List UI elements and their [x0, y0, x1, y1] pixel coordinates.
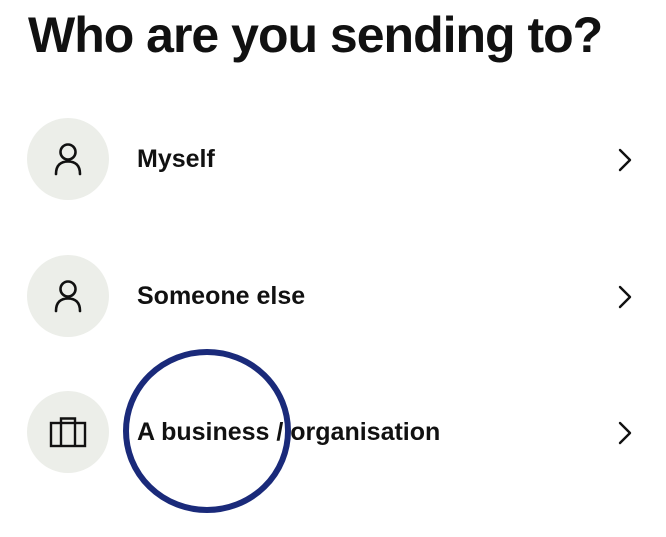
- chevron-right-icon: [618, 148, 632, 172]
- briefcase-icon: [27, 391, 109, 473]
- option-label-myself: Myself: [137, 145, 215, 173]
- person-icon: [27, 255, 109, 337]
- option-myself[interactable]: Myself: [0, 117, 666, 201]
- chevron-right-icon: [618, 285, 632, 309]
- option-label-business-organisation: A business / organisation: [137, 418, 441, 446]
- person-icon: [27, 118, 109, 200]
- option-label-someone-else: Someone else: [137, 282, 306, 310]
- option-business-organisation[interactable]: A business / organisation: [0, 390, 666, 474]
- option-someone-else[interactable]: Someone else: [0, 254, 666, 338]
- recipient-options-list: Myself Someone else A business / organis…: [0, 0, 666, 537]
- chevron-right-icon: [618, 421, 632, 445]
